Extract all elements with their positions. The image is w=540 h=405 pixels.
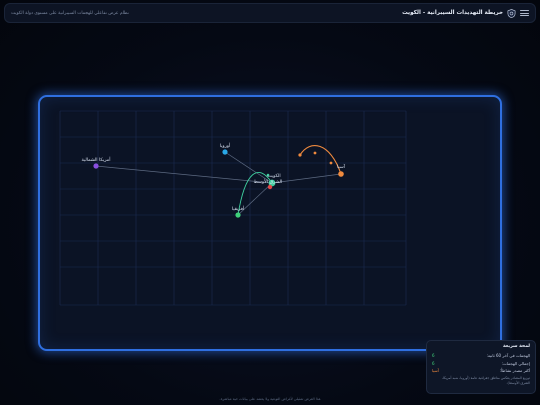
stats-note: توزيع المصادر يعكس مناطق جغرافية عامة (أ… [441,375,530,385]
link-europe-kuwait [224,151,273,184]
label-europe: أوروبا [220,142,231,149]
label-asia: آسيا [337,164,346,170]
label-mideast: الشرق الأوسط [254,178,283,185]
quick-stats-panel: لمحة سريعة الهجمات في آخر 60 ثانية: 6 إج… [426,340,536,394]
title-group: خريطة التهديدات السيبرانية - الكويت [402,8,529,18]
node-europe [222,149,228,155]
node-asia [338,171,344,177]
attack-arc-orange [299,145,342,175]
map-labels: أمريكا الشمالية أوروبا الكويت الشرق الأو… [81,142,345,212]
label-kuwait: الكويت [267,173,280,179]
stat-row-last-minute: الهجمات في آخر 60 ثانية: 6 [432,353,530,358]
menu-icon[interactable] [520,9,529,18]
top-bar: نظام عرض تفاعلي للهجمات السيبرانية على م… [4,3,536,23]
node-mideast [267,184,273,190]
stats-title: لمحة سريعة [503,344,530,349]
page-subtitle: نظام عرض تفاعلي للهجمات السيبرانية على م… [11,10,129,16]
link-kuwait-asia [271,173,342,184]
link-americas-kuwait [95,165,273,184]
label-americas: أمريكا الشمالية [81,156,111,163]
node-africa [235,212,241,218]
node-americas [93,163,99,169]
label-africa: أفريقيا [232,205,245,212]
map-nodes [93,149,344,218]
stat-row-total: إجمالي الهجمات: 6 [432,360,530,366]
stat-row-top-source: أكثر مصدر نشاطاً: آسيا [432,368,530,373]
page-title: خريطة التهديدات السيبرانية - الكويت [402,10,503,16]
threat-map-panel[interactable]: أمريكا الشمالية أوروبا الكويت الشرق الأو… [38,95,502,351]
footer-disclaimer: هذا العرض تمثيلي لأغراض التوعية ولا يعتم… [219,397,321,401]
shield-logo-icon [507,8,516,18]
threat-map[interactable]: أمريكا الشمالية أوروبا الكويت الشرق الأو… [40,97,500,349]
attack-links [95,145,342,216]
